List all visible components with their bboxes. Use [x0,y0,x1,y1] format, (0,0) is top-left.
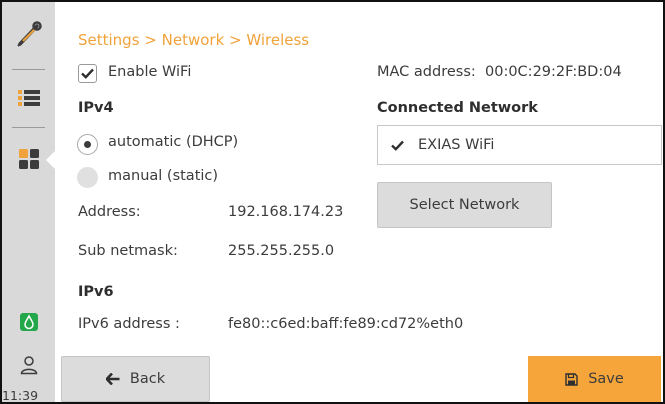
wrench-icon [15,20,43,52]
sidebar-item-user[interactable] [2,354,55,380]
connected-network-name: EXIAS WiFi [418,137,495,153]
connected-network-field: EXIAS WiFi [377,125,662,165]
back-button[interactable]: Back [61,356,210,402]
window-frame [0,0,665,404]
ipv4-address-label: Address: [78,204,141,220]
list-icon [17,89,40,111]
sidebar-item-list[interactable] [2,86,55,114]
check-icon [391,136,404,155]
mac-address-value: 00:0C:29:2F:BD:04 [485,64,622,80]
radio-static[interactable] [77,167,98,188]
user-icon [20,355,38,379]
sidebar-item-tools[interactable] [2,20,55,52]
radio-dhcp-label: automatic (DHCP) [108,134,239,150]
select-network-button[interactable]: Select Network [377,182,552,228]
save-button-label: Save [588,371,624,387]
floppy-disk-icon [565,372,578,386]
enable-wifi-checkbox[interactable] [78,64,97,83]
radio-static-label: manual (static) [108,168,219,184]
ipv4-heading: IPv4 [78,100,114,116]
sidebar-item-status[interactable] [2,312,55,336]
breadcrumb: Settings > Network > Wireless [78,31,310,49]
status-icon [19,313,38,335]
clock: 11:39 [2,388,39,403]
mac-address-label: MAC address: [377,64,476,80]
ipv4-address-value: 192.168.174.23 [228,204,344,220]
back-button-label: Back [129,371,166,387]
ipv6-address-label: IPv6 address : [78,316,180,332]
active-indicator [46,149,57,171]
sidebar-divider [12,69,45,70]
ipv6-address-value: fe80::c6ed:baff:fe89:cd72%eth0 [228,316,464,332]
sidebar [2,2,57,402]
check-icon [81,64,94,83]
connected-network-heading: Connected Network [377,100,538,116]
save-button[interactable]: Save [528,356,661,402]
subnet-mask-value: 255.255.255.0 [228,243,335,259]
radio-dhcp[interactable] [77,134,98,155]
grid-icon [18,149,39,173]
enable-wifi-label: Enable WiFi [108,64,192,80]
subnet-mask-label: Sub netmask: [78,243,178,259]
sidebar-divider [12,127,45,128]
arrow-left-icon [105,373,120,385]
ipv6-heading: IPv6 [78,284,114,300]
